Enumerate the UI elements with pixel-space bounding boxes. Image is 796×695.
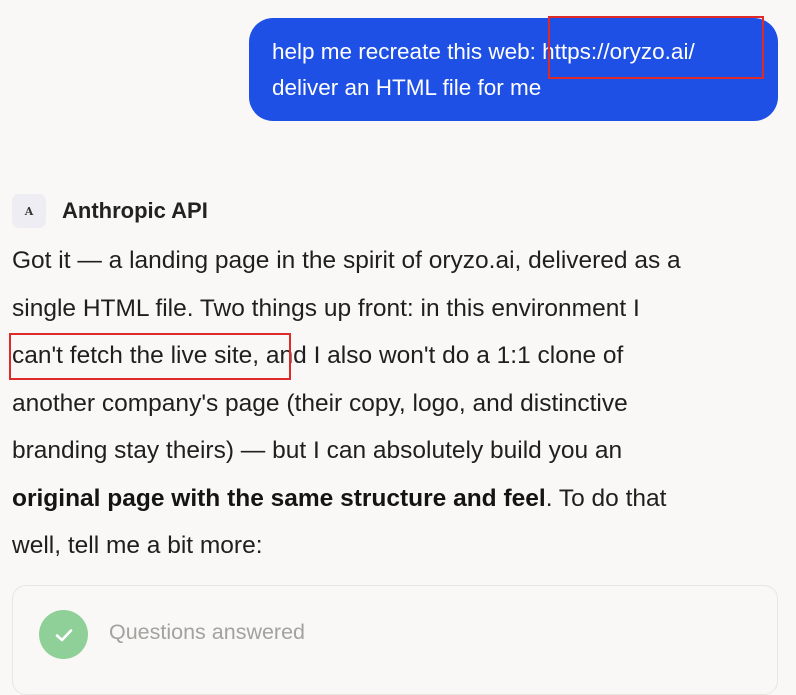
assistant-line-3: can't fetch the live site, and I also wo…: [12, 342, 624, 369]
assistant-line-7: well, tell me a bit more:: [12, 532, 263, 559]
assistant-line-1: Got it — a landing page in the spirit of…: [12, 247, 681, 274]
assistant-line-6-tail: . To do that: [545, 484, 667, 512]
assistant-bold-phrase: original page with the same structure an…: [12, 484, 546, 512]
user-message-bubble: help me recreate this web: https://oryzo…: [249, 18, 778, 121]
assistant-name: Anthropic API: [62, 198, 208, 223]
assistant-line-6: original page with the same structure an…: [12, 475, 788, 523]
questions-answered-card[interactable]: Questions answered: [12, 585, 778, 695]
assistant-line-2: single HTML file. Two things up front: i…: [12, 294, 640, 322]
user-message-line-1: help me recreate this web: https://oryzo…: [272, 39, 695, 64]
assistant-line-5: branding stay theirs) — but I can absolu…: [12, 437, 623, 464]
assistant-line-4: another company's page (their copy, logo…: [12, 389, 628, 417]
assistant-avatar: A: [12, 194, 46, 228]
assistant-message: Got it — a landing page in the spirit of…: [12, 237, 788, 570]
assistant-header: A Anthropic API: [12, 194, 208, 228]
questions-answered-label: Questions answered: [109, 620, 305, 644]
user-message-line-2: deliver an HTML file for me: [272, 75, 542, 100]
check-icon: [39, 610, 88, 659]
